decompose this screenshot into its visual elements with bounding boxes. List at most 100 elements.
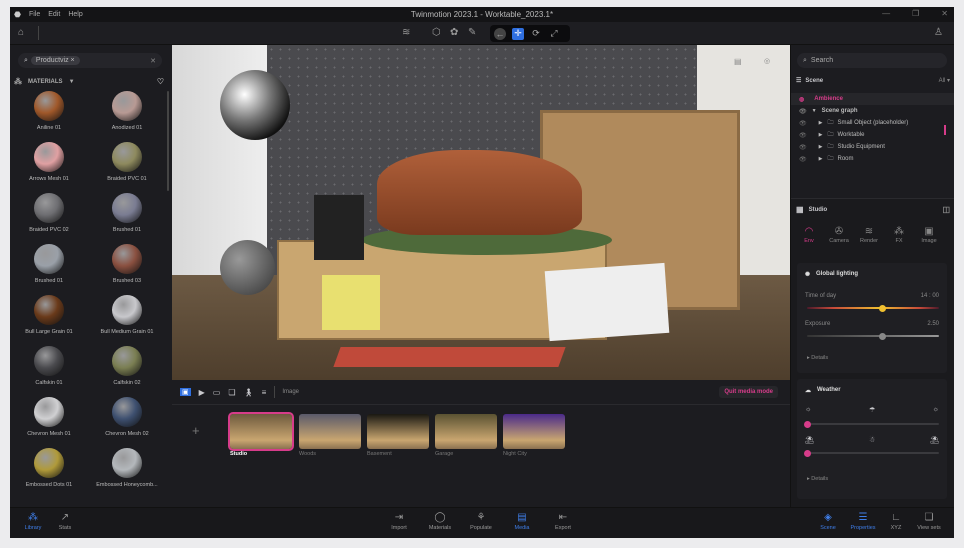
menu-file[interactable]: File — [29, 11, 40, 18]
weather-knob[interactable] — [803, 420, 811, 428]
nav-xyz[interactable]: ∟ XYZ — [881, 512, 911, 531]
video-icon[interactable]: ▶ — [199, 388, 205, 397]
tab-render[interactable]: ≋ Render — [859, 226, 879, 244]
home-icon[interactable]: ⌂ — [18, 27, 24, 38]
nav-populate[interactable]: ⚘ Populate — [466, 512, 496, 531]
material-item[interactable]: Anodized 01 — [88, 91, 166, 139]
nav-export[interactable]: ⇤ Export — [548, 512, 578, 531]
scene-tree-item[interactable]: 👁︎ ▶ 🗀︎ Studio Equipment — [791, 141, 954, 153]
minimize-icon[interactable]: — — [882, 9, 890, 18]
quit-media-mode-button[interactable]: Quit media mode — [719, 386, 778, 398]
paint-icon[interactable]: ✿ — [450, 27, 458, 38]
menu-edit[interactable]: Edit — [48, 11, 60, 18]
nav-import[interactable]: ⇥ Import — [384, 512, 414, 531]
tab-fx[interactable]: ⁂ FX — [889, 226, 909, 244]
expand-icon[interactable]: ▶ — [819, 156, 823, 162]
season-knob[interactable] — [803, 449, 811, 457]
material-item[interactable]: Embossed Dots 01 — [10, 448, 88, 496]
material-item[interactable]: Chevron Mesh 01 — [10, 397, 88, 445]
visibility-icon[interactable]: 👁︎ — [799, 120, 807, 127]
media-thumbnail[interactable] — [228, 412, 294, 451]
view-list-icon[interactable]: ▤ — [734, 57, 742, 66]
ambience-item[interactable]: ◍ Ambience — [791, 93, 954, 105]
material-item[interactable]: Braided PVC 02 — [10, 193, 88, 241]
shapes-icon[interactable]: ⬡ — [432, 27, 441, 38]
presentation-icon[interactable]: ❏ — [228, 388, 235, 397]
visibility-icon[interactable]: 👁︎ — [799, 144, 807, 151]
lighting-details-toggle[interactable]: ▸ Details — [807, 355, 828, 361]
move-icon[interactable]: ✛ — [512, 27, 524, 40]
thumbnail-label: Woods — [299, 451, 317, 457]
material-item[interactable]: Bull Medium Grain 01 — [88, 295, 166, 343]
visibility-icon[interactable]: 👁︎ — [799, 156, 807, 163]
restore-icon[interactable]: ❐ — [912, 9, 919, 18]
nav-library[interactable]: ⁂ Library — [18, 512, 48, 531]
nav-media[interactable]: ▤ Media — [507, 512, 537, 531]
favorite-icon[interactable]: ♡ — [157, 77, 164, 86]
phasing-icon[interactable]: ≡ — [262, 388, 267, 397]
rotate-icon[interactable]: ⟳ — [530, 28, 542, 40]
close-icon[interactable]: ✕ — [941, 9, 948, 18]
pipette-icon[interactable]: ✎ — [468, 27, 476, 38]
menu-help[interactable]: Help — [68, 11, 82, 18]
3d-viewport[interactable]: ▤ ◎ — [172, 45, 790, 380]
media-thumbnail[interactable] — [367, 414, 429, 449]
season-slider[interactable] — [803, 449, 939, 457]
time-of-day-slider[interactable] — [807, 304, 939, 312]
time-of-day-knob[interactable] — [878, 304, 886, 312]
nav-view-sets[interactable]: ❏ View sets — [914, 512, 944, 531]
material-item[interactable]: Embossed Honeycomb... — [88, 448, 166, 496]
nav-stats[interactable]: ↗ Stats — [50, 512, 80, 531]
walk-icon[interactable]: 🚶︎ — [244, 388, 254, 397]
material-item[interactable]: Chevron Mesh 02 — [88, 397, 166, 445]
exposure-knob[interactable] — [878, 332, 886, 340]
material-item[interactable]: Aniline 01 — [10, 91, 88, 139]
add-media-icon[interactable]: + — [192, 423, 200, 438]
material-item[interactable]: Bull Large Grain 01 — [10, 295, 88, 343]
library-scrollbar[interactable] — [167, 91, 169, 191]
scene-filter-dropdown[interactable]: All ▾ — [939, 77, 950, 84]
weather-details-toggle[interactable]: ▸ Details — [807, 476, 828, 482]
expand-icon[interactable]: ▶ — [819, 144, 823, 150]
media-thumbnail[interactable] — [299, 414, 361, 449]
nav-materials[interactable]: ◯ Materials — [425, 512, 455, 531]
material-item[interactable]: Calfskin 01 — [10, 346, 88, 394]
scene-tree-item[interactable]: 👁︎ ▶ 🗀︎ Room — [791, 153, 954, 165]
scale-icon[interactable]: ⤢ — [548, 28, 560, 40]
material-item[interactable]: Brushed 03 — [88, 244, 166, 292]
tab-image[interactable]: ▣ Image — [919, 226, 939, 244]
back-icon[interactable]: ← — [494, 27, 506, 40]
media-thumbnail[interactable] — [503, 414, 565, 449]
expand-icon[interactable]: ▶ — [819, 120, 823, 126]
scene-tree-item[interactable]: 👁︎ ▶ 🗀︎ Worktable — [791, 129, 954, 141]
material-item[interactable]: Arrows Mesh 01 — [10, 142, 88, 190]
scene-search[interactable]: ⌕ Search — [797, 53, 947, 68]
materials-header[interactable]: ⁂ MATERIALS ▼ ♡ — [14, 77, 164, 86]
visibility-icon[interactable]: 👁︎ — [799, 132, 807, 139]
weather-slider[interactable] — [803, 420, 939, 428]
tab-camera[interactable]: ✇ Camera — [829, 226, 849, 244]
image-mode-icon[interactable]: ▣ — [180, 388, 191, 396]
scene-graph-item[interactable]: 👁︎ ▼ Scene graph — [791, 105, 954, 117]
clear-search-icon[interactable]: ✕ — [150, 57, 156, 65]
filter-chip[interactable]: Productviz × — [30, 56, 80, 65]
exposure-slider[interactable] — [807, 332, 939, 340]
library-search[interactable]: ⌕ Productviz × ✕ — [18, 53, 162, 68]
panorama-icon[interactable]: ▭ — [213, 388, 221, 397]
visibility-icon[interactable]: 👁︎ — [799, 108, 807, 115]
expand-icon[interactable]: ▶ — [819, 132, 823, 138]
panel-toggle-icon[interactable]: ◫ — [942, 205, 950, 214]
layers-icon[interactable]: ≋ — [402, 27, 410, 38]
user-icon[interactable]: ♙ — [934, 27, 943, 38]
nav-properties[interactable]: ☰ Properties — [848, 512, 878, 531]
tab-env[interactable]: ◠ Env — [799, 226, 819, 244]
vr-icon[interactable]: ◎ — [764, 57, 770, 65]
material-item[interactable]: Brushed 01 — [10, 244, 88, 292]
material-item[interactable]: Calfskin 02 — [88, 346, 166, 394]
material-item[interactable]: Brushed 01 — [88, 193, 166, 241]
material-item[interactable]: Braided PVC 01 — [88, 142, 166, 190]
nav-scene[interactable]: ◈ Scene — [813, 512, 843, 531]
expand-icon[interactable]: ▼ — [812, 108, 817, 114]
scene-tree-item[interactable]: 👁︎ ▶ 🗀︎ Small Object (placeholder) — [791, 117, 954, 129]
media-thumbnail[interactable] — [435, 414, 497, 449]
